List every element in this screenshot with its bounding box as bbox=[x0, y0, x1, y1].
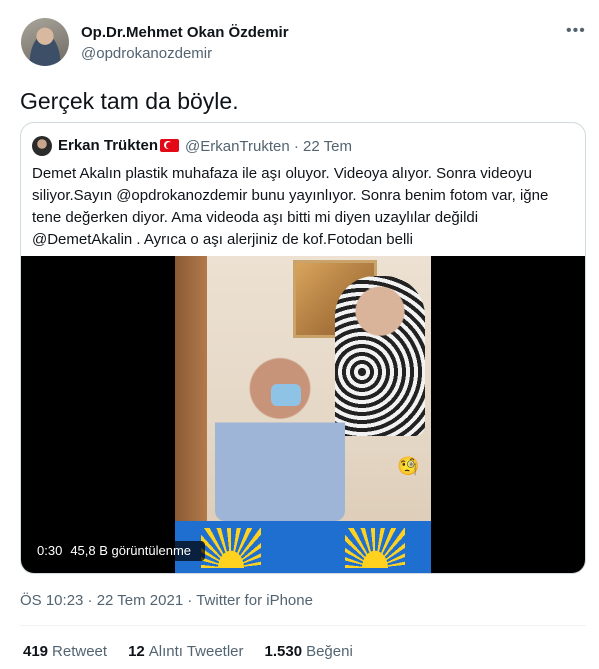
likes-stat[interactable]: 1.530 Beğeni bbox=[265, 643, 353, 660]
video-frame: 🧐 bbox=[175, 256, 431, 573]
face-mask bbox=[271, 384, 301, 406]
retweet-label: Retweet bbox=[52, 643, 108, 660]
video-person-background bbox=[335, 276, 425, 436]
retweet-count: 419 bbox=[23, 643, 49, 660]
sun-logo-icon bbox=[201, 528, 261, 568]
retweet-stat[interactable]: 419 Retweet bbox=[23, 643, 107, 660]
quote-author-meta: @ErkanTrukten · 22 Tem bbox=[185, 138, 352, 155]
video-player[interactable]: 🧐 0:30 45,8 B görüntülenme bbox=[21, 256, 585, 573]
author-name[interactable]: Op.Dr.Mehmet Okan Özdemir bbox=[81, 24, 289, 41]
quote-count: 12 bbox=[128, 643, 145, 660]
quote-text: Demet Akalın plastik muhafaza ile aşı ol… bbox=[32, 165, 549, 248]
like-label: Beğeni bbox=[306, 643, 353, 660]
turkey-flag-icon bbox=[160, 139, 179, 152]
video-person-foreground bbox=[215, 351, 345, 521]
quote-tweets-stat[interactable]: 12 Alıntı Tweetler bbox=[128, 643, 243, 660]
video-duration: 0:30 bbox=[37, 543, 63, 558]
video-views: 45,8 B görüntülenme bbox=[70, 543, 192, 558]
tweet-card: Op.Dr.Mehmet Okan Özdemir @opdrokanozdem… bbox=[0, 0, 599, 669]
quoted-tweet[interactable]: Erkan Trükten @ErkanTrukten · 22 Tem Dem… bbox=[20, 122, 586, 574]
quote-author-name: Erkan Trükten bbox=[58, 137, 159, 154]
video-door bbox=[175, 256, 207, 526]
quote-author-avatar bbox=[32, 136, 52, 156]
author-avatar[interactable] bbox=[21, 18, 69, 66]
video-info-badge: 0:30 45,8 B görüntülenme bbox=[31, 541, 206, 561]
quote-label: Alıntı Tweetler bbox=[148, 643, 244, 660]
divider bbox=[20, 625, 586, 626]
tweet-text: Gerçek tam da böyle. bbox=[20, 88, 239, 114]
sun-logo-icon bbox=[345, 528, 405, 568]
tweet-stats: 419 Retweet 12 Alıntı Tweetler 1.530 Beğeni bbox=[23, 643, 374, 660]
tweet-timestamp[interactable]: ÖS 10:23 · 22 Tem 2021 · Twitter for iPh… bbox=[20, 592, 313, 609]
author-handle[interactable]: @opdrokanozdemir bbox=[81, 45, 212, 62]
like-count: 1.530 bbox=[264, 643, 303, 660]
more-horizontal-icon[interactable]: ••• bbox=[566, 22, 586, 40]
emoji-sticker-icon: 🧐 bbox=[397, 456, 420, 476]
